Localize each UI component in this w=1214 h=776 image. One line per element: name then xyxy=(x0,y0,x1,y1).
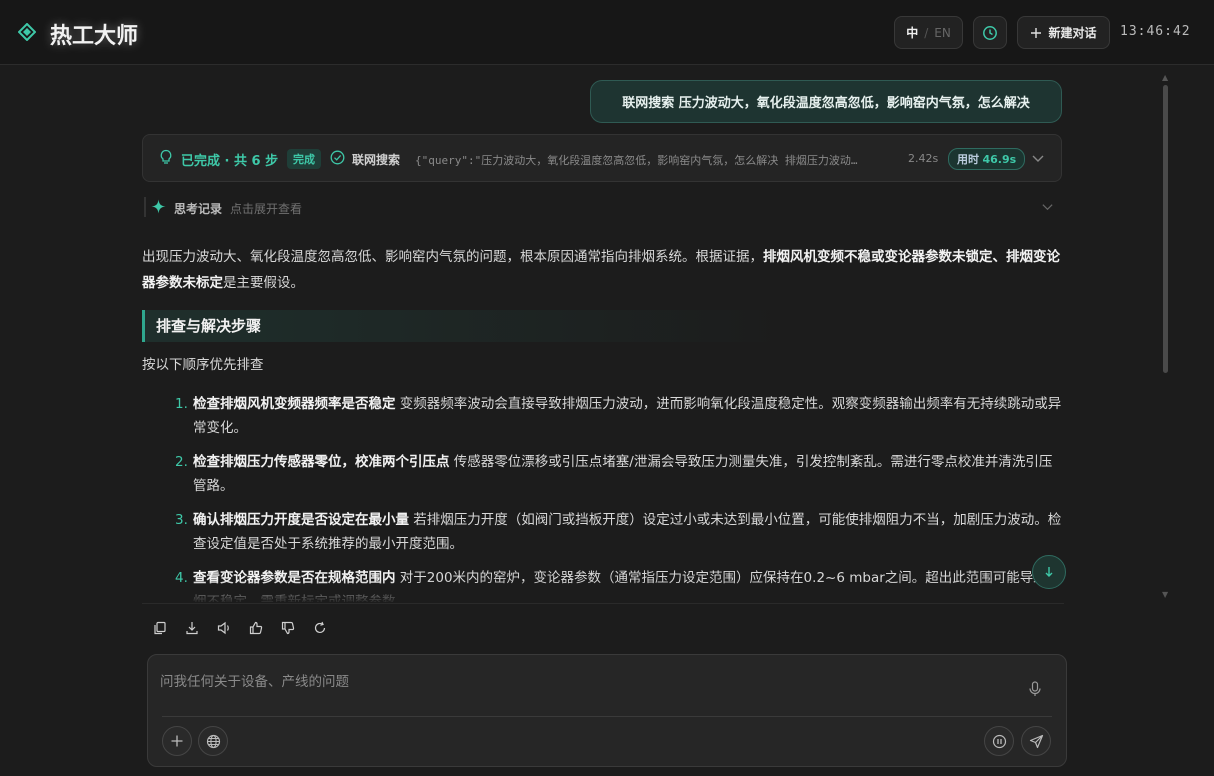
chevron-down-icon[interactable] xyxy=(1031,151,1045,165)
thumbs-down-icon xyxy=(281,621,295,635)
agent-status-bar[interactable]: 已完成 · 共 6 步 完成 联网搜索 {"query":"压力波动大，氧化段温… xyxy=(142,134,1062,182)
thumbs-up-button[interactable] xyxy=(246,618,266,638)
send-icon xyxy=(1029,734,1043,748)
step-title: 检查排烟风机变频器频率是否稳定 xyxy=(193,396,396,412)
attach-button[interactable] xyxy=(162,726,192,756)
chat-input[interactable] xyxy=(160,669,1030,695)
plus-icon xyxy=(1031,27,1042,38)
microphone-icon[interactable] xyxy=(1028,681,1042,697)
status-badge: 完成 xyxy=(287,149,321,169)
list-item: 1. 检查排烟风机变频器频率是否稳定 变频器频率波动会直接导致排烟压力波动，进而… xyxy=(142,392,1064,440)
message-actions xyxy=(150,618,330,638)
regenerate-button[interactable] xyxy=(310,618,330,638)
list-item: 2. 检查排烟压力传感器零位，校准两个引压点 传感器零位漂移或引压点堵塞/泄漏会… xyxy=(142,450,1064,498)
elapsed-value: 46.9s xyxy=(982,153,1017,166)
scrollbar-thumb[interactable] xyxy=(1163,85,1168,373)
content-fade xyxy=(142,580,1064,604)
query-preview: {"query":"压力波动大，氧化段温度忽高忽低，影响窑内气氛，怎么解决 排烟… xyxy=(415,154,858,167)
list-item: 3. 确认排烟压力开度是否设定在最小量 若排烟压力开度（如阀门或挡板开度）设定过… xyxy=(142,508,1064,556)
copy-icon xyxy=(154,621,166,635)
thinking-rule xyxy=(144,197,146,217)
thinking-record-toggle[interactable]: 思考记录 点击展开查看 xyxy=(142,195,1062,219)
language-toggle[interactable]: 中 / EN xyxy=(894,16,963,49)
step-duration: 2.42s xyxy=(908,152,939,165)
lang-zh-option[interactable]: 中 xyxy=(906,24,918,41)
scroll-up-arrow[interactable]: ▲ xyxy=(1162,73,1168,82)
chevron-down-icon[interactable] xyxy=(1041,200,1054,213)
speaker-icon xyxy=(217,621,229,635)
user-message-bubble: 联网搜索 压力波动大，氧化段温度忽高忽低，影响窑内气氛，怎么解决 xyxy=(590,80,1062,123)
logo-icon xyxy=(18,23,36,41)
plus-icon xyxy=(171,735,183,747)
thinking-hint: 点击展开查看 xyxy=(230,202,303,216)
thumbs-down-button[interactable] xyxy=(278,618,298,638)
sparkle-icon xyxy=(151,199,166,214)
step-number: 1. xyxy=(175,396,188,412)
lang-en-option[interactable]: EN xyxy=(934,26,951,40)
refresh-icon xyxy=(314,621,326,634)
chat-composer xyxy=(147,654,1067,767)
thinking-title: 思考记录 xyxy=(174,202,223,216)
elapsed-label: 用时 xyxy=(957,153,979,166)
assistant-answer: 出现压力波动大、氧化段温度忽高忽低、影响窑内气氛的问题，根本原因通常指向排烟系统… xyxy=(142,244,1064,602)
steps-list: 1. 检查排烟风机变频器频率是否稳定 变频器频率波动会直接导致排烟压力波动，进而… xyxy=(142,392,1064,602)
history-button[interactable] xyxy=(973,16,1007,49)
section-heading: 排查与解决步骤 xyxy=(142,310,1064,342)
divider xyxy=(142,603,1064,604)
status-summary: 已完成 · 共 6 步 xyxy=(181,154,279,169)
web-search-toggle[interactable] xyxy=(198,726,228,756)
intro-text: 出现压力波动大、氧化段温度忽高忽低、影响窑内气氛的问题，根本原因通常指向排烟系统… xyxy=(142,249,763,265)
new-chat-label: 新建对话 xyxy=(1048,26,1097,40)
composer-divider xyxy=(162,716,1052,717)
pause-button[interactable] xyxy=(984,726,1014,756)
download-icon xyxy=(186,622,198,635)
scroll-to-bottom-button[interactable] xyxy=(1032,555,1066,589)
section-intro: 按以下顺序优先排查 xyxy=(142,357,264,373)
step-number: 3. xyxy=(175,512,188,528)
scroll-down-arrow[interactable]: ▼ xyxy=(1162,590,1168,599)
clock-display: 13:46:42 xyxy=(1120,24,1191,39)
check-circle-icon xyxy=(330,150,345,165)
step-title: 检查排烟压力传感器零位，校准两个引压点 xyxy=(193,454,450,470)
top-bar: 热工大师 中 / EN 新建对话 13:46:42 xyxy=(0,0,1214,65)
clock-history-icon xyxy=(983,25,997,40)
app-title: 热工大师 xyxy=(50,24,139,49)
read-aloud-button[interactable] xyxy=(214,618,234,638)
elapsed-badge: 用时 46.9s xyxy=(948,148,1026,170)
copy-button[interactable] xyxy=(150,618,170,638)
download-button[interactable] xyxy=(182,618,202,638)
thumbs-up-icon xyxy=(249,621,263,635)
globe-icon xyxy=(206,734,220,748)
new-chat-button[interactable]: 新建对话 xyxy=(1017,16,1110,49)
send-button[interactable] xyxy=(1021,726,1051,756)
answer-intro: 出现压力波动大、氧化段温度忽高忽低、影响窑内气氛的问题，根本原因通常指向排烟系统… xyxy=(142,244,1064,296)
pause-icon xyxy=(992,734,1006,748)
lightbulb-icon xyxy=(160,149,172,164)
lang-separator: / xyxy=(924,25,929,40)
intro-tail: 是主要假设。 xyxy=(223,275,304,291)
step-number: 2. xyxy=(175,454,188,470)
step-label: 联网搜索 xyxy=(352,153,401,167)
step-title: 确认排烟压力开度是否设定在最小量 xyxy=(193,512,409,528)
arrow-down-icon xyxy=(1045,567,1053,577)
